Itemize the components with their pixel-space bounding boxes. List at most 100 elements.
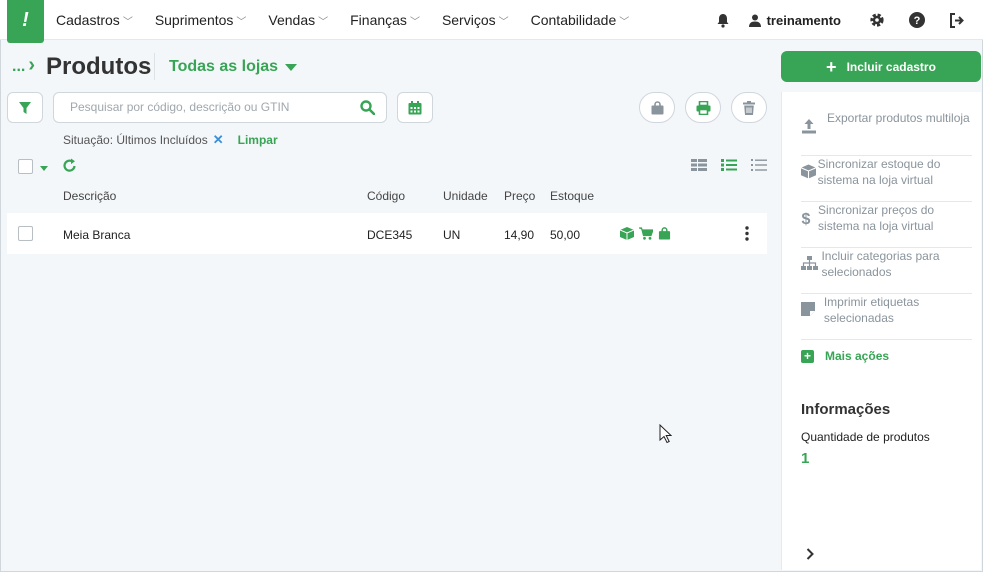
caret-down-icon bbox=[285, 63, 298, 71]
plus-square-icon: + bbox=[801, 349, 814, 363]
menu-label: Cadastros bbox=[56, 12, 120, 28]
shopping-bag-icon[interactable] bbox=[658, 227, 671, 240]
action-print-labels[interactable]: Imprimir etiquetas selecionadas bbox=[801, 294, 972, 340]
shopping-bag-button[interactable] bbox=[639, 92, 675, 123]
shopping-bag-icon bbox=[651, 100, 663, 114]
box-icon bbox=[800, 164, 817, 179]
svg-text:?: ? bbox=[914, 15, 921, 27]
print-button[interactable] bbox=[685, 92, 721, 123]
menu-label: Serviços bbox=[441, 12, 496, 28]
menu-contabilidade[interactable]: Contabilidade ﹀ bbox=[531, 12, 630, 28]
calendar-button[interactable] bbox=[397, 92, 433, 123]
menu-cadastros[interactable]: Cadastros ﹀ bbox=[56, 12, 133, 28]
menu-financas[interactable]: Finanças ﹀ bbox=[350, 12, 420, 28]
menu-label: Finanças bbox=[350, 12, 407, 28]
plus-icon: + bbox=[826, 56, 837, 77]
view-compact-icon[interactable] bbox=[751, 158, 767, 172]
search-icon[interactable] bbox=[360, 100, 375, 115]
chevron-right-icon: › bbox=[28, 54, 36, 76]
product-count-label: Quantidade de produtos bbox=[801, 430, 930, 444]
select-caret-icon[interactable] bbox=[40, 166, 48, 171]
chevron-right-icon[interactable] bbox=[806, 548, 814, 560]
cell-descricao[interactable]: Meia Branca bbox=[63, 228, 130, 242]
more-actions-label: Mais ações bbox=[825, 349, 890, 363]
help-icon[interactable]: ? bbox=[897, 0, 937, 40]
bell-icon[interactable] bbox=[703, 0, 743, 40]
column-header-estoque[interactable]: Estoque bbox=[550, 189, 594, 203]
upload-icon bbox=[802, 119, 816, 134]
view-list-icon[interactable] bbox=[721, 158, 737, 172]
trash-icon bbox=[743, 100, 755, 115]
side-panel: Exportar produtos multiloja Sincronizar … bbox=[781, 92, 981, 570]
breadcrumb[interactable]: ... › bbox=[12, 54, 35, 77]
refresh-icon[interactable] bbox=[62, 158, 77, 173]
cell-codigo: DCE345 bbox=[367, 228, 413, 242]
more-actions-link[interactable]: + Mais ações bbox=[801, 349, 889, 363]
mouse-cursor-icon bbox=[659, 424, 672, 444]
action-sync-prices[interactable]: $ Sincronizar preços do sistema na loja … bbox=[801, 202, 972, 248]
row-checkbox[interactable] bbox=[18, 226, 33, 241]
remove-filter-icon[interactable]: ✕ bbox=[213, 132, 224, 148]
cell-estoque: 50,00 bbox=[550, 228, 581, 242]
logout-icon[interactable] bbox=[937, 0, 977, 40]
clear-filters-link[interactable]: Limpar bbox=[238, 133, 278, 147]
action-label: Sincronizar estoque do sistema na loja v… bbox=[817, 157, 941, 187]
user-menu[interactable]: treinamento bbox=[748, 12, 841, 28]
delete-button[interactable] bbox=[731, 92, 767, 123]
action-label: Sincronizar preços do sistema na loja vi… bbox=[818, 203, 935, 233]
app-logo[interactable]: ! bbox=[7, 0, 44, 43]
view-grid-icon[interactable] bbox=[691, 158, 707, 172]
action-label: Imprimir etiquetas selecionadas bbox=[823, 295, 920, 325]
product-count-value: 1 bbox=[801, 450, 810, 467]
chevron-down-icon: ﹀ bbox=[236, 16, 247, 28]
gear-icon[interactable] bbox=[857, 0, 897, 40]
filter-label: Situação: Últimos Incluídos bbox=[63, 133, 208, 147]
add-product-label: Incluir cadastro bbox=[846, 59, 936, 74]
calendar-icon bbox=[408, 100, 422, 114]
more-options-icon[interactable] bbox=[745, 226, 749, 241]
search-input[interactable] bbox=[70, 100, 350, 114]
store-selector-label: Todas as lojas bbox=[169, 58, 279, 75]
select-all-checkbox[interactable] bbox=[18, 159, 33, 174]
column-header-codigo[interactable]: Código bbox=[367, 189, 405, 203]
info-title: Informações bbox=[801, 401, 891, 418]
table-row[interactable]: Meia Branca DCE345 UN 14,90 50,00 bbox=[7, 213, 767, 254]
user-icon bbox=[748, 14, 761, 27]
breadcrumb-text: ... bbox=[12, 58, 26, 75]
column-header-preco[interactable]: Preço bbox=[504, 189, 535, 203]
action-export-multiloja[interactable]: Exportar produtos multiloja bbox=[801, 110, 972, 156]
divider bbox=[154, 53, 155, 80]
menu-servicos[interactable]: Serviços ﹀ bbox=[442, 12, 509, 28]
row-status-icons bbox=[620, 227, 671, 240]
cart-icon[interactable] bbox=[639, 227, 653, 240]
filter-button[interactable] bbox=[7, 92, 43, 123]
chevron-down-icon: ﹀ bbox=[619, 16, 630, 28]
search-box bbox=[53, 92, 387, 123]
cell-preco: 14,90 bbox=[504, 228, 535, 242]
nav-right: treinamento ? bbox=[703, 0, 983, 40]
store-selector[interactable]: Todas as lojas bbox=[169, 58, 298, 76]
printer-icon bbox=[696, 100, 710, 115]
action-include-categories[interactable]: Incluir categorias para selecionados bbox=[801, 248, 972, 294]
label-icon bbox=[801, 302, 815, 316]
menu-label: Suprimentos bbox=[154, 12, 234, 28]
action-sync-stock[interactable]: Sincronizar estoque do sistema na loja v… bbox=[800, 156, 972, 202]
user-name: treinamento bbox=[766, 12, 841, 28]
chevron-down-icon: ﹀ bbox=[498, 16, 509, 28]
filter-icon bbox=[19, 101, 31, 114]
svg-text:$: $ bbox=[802, 211, 811, 228]
add-product-button[interactable]: + Incluir cadastro bbox=[781, 51, 981, 82]
column-header-unidade[interactable]: Unidade bbox=[443, 189, 488, 203]
column-header-descricao[interactable]: Descrição bbox=[63, 189, 116, 203]
cell-unidade: UN bbox=[443, 228, 461, 242]
dollar-icon: $ bbox=[802, 211, 811, 228]
active-filter: Situação: Últimos Incluídos ✕ Limpar bbox=[63, 132, 278, 148]
menu-label: Contabilidade bbox=[530, 12, 617, 28]
chevron-down-icon: ﹀ bbox=[318, 16, 329, 28]
menu-vendas[interactable]: Vendas ﹀ bbox=[268, 12, 328, 28]
menu-label: Vendas bbox=[268, 12, 316, 28]
chevron-down-icon: ﹀ bbox=[122, 16, 133, 28]
sitemap-icon bbox=[801, 256, 818, 270]
box-icon[interactable] bbox=[620, 227, 634, 240]
menu-suprimentos[interactable]: Suprimentos ﹀ bbox=[155, 12, 247, 28]
